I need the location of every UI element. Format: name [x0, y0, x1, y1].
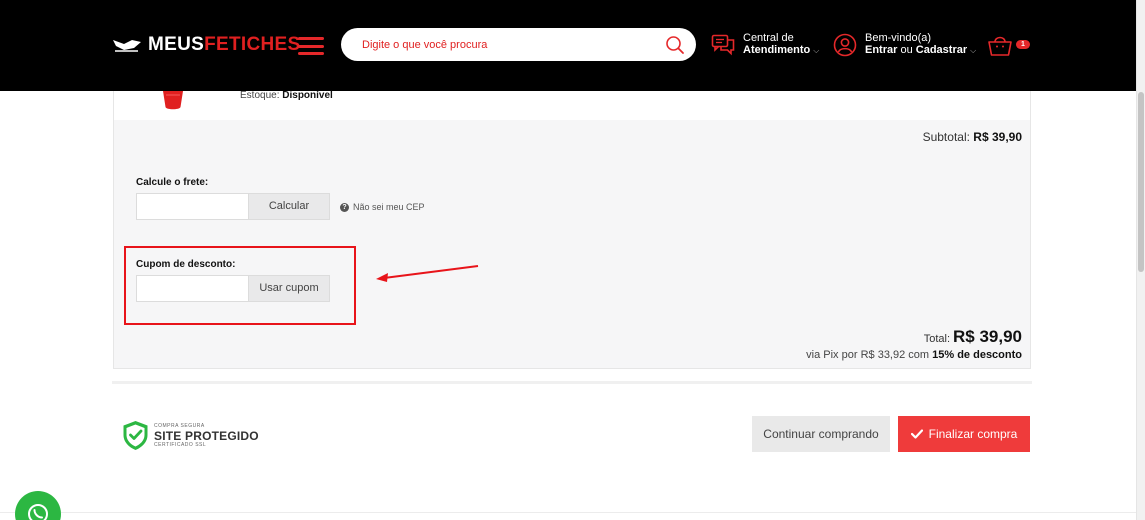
cart-summary: Subtotal: R$ 39,90 Calcule o frete: Calc…	[114, 120, 1030, 368]
help-icon: ?	[340, 202, 349, 212]
cart-count-badge: 1	[1016, 40, 1030, 49]
subtotal-label: Subtotal:	[922, 130, 970, 144]
check-icon	[910, 429, 923, 439]
apply-coupon-button[interactable]: Usar cupom	[248, 275, 330, 302]
user-icon	[833, 33, 857, 56]
product-image[interactable]	[162, 91, 184, 111]
site-header: MEUSFETICHES Central de Atendimento⌵	[0, 0, 1145, 91]
central-line1: Central de	[743, 32, 794, 44]
search-icon[interactable]	[665, 35, 685, 55]
register-link[interactable]: Cadastrar	[916, 44, 967, 56]
search-bar	[341, 28, 696, 61]
seal-bottom-text: CERTIFICADO SSL	[154, 441, 207, 448]
order-total: Total: R$ 39,90	[924, 327, 1022, 347]
stock-label: Estoque:	[240, 90, 280, 101]
pix-value: R$ 33,92	[860, 349, 906, 361]
coupon-label: Cupom de desconto:	[136, 259, 236, 270]
section-divider	[112, 381, 1032, 384]
logo-text-part1: MEUS	[148, 34, 205, 55]
coupon-input[interactable]	[136, 275, 248, 302]
stock-status: Estoque: Disponível	[240, 90, 333, 101]
logo-text-part2: FETICHES	[204, 34, 301, 55]
total-label: Total:	[923, 333, 950, 345]
logo-icon	[113, 40, 141, 52]
calculate-shipping-button[interactable]: Calcular	[248, 193, 330, 220]
pix-with: com	[908, 349, 930, 361]
product-row: Estoque: Disponível	[114, 90, 1030, 120]
subtotal-value: R$ 39,90	[973, 130, 1022, 144]
annotation-arrow	[376, 265, 479, 282]
seal-top-text: COMPRA SEGURA	[154, 422, 205, 429]
cart-panel: Estoque: Disponível Subtotal: R$ 39,90 C…	[113, 90, 1031, 369]
cep-input[interactable]	[136, 193, 248, 220]
stock-value: Disponível	[282, 90, 333, 101]
central-line2: Atendimento	[743, 44, 811, 56]
chevron-down-icon: ⌵	[813, 46, 820, 55]
page-scrollbar[interactable]	[1136, 0, 1145, 520]
total-value: R$ 39,90	[953, 327, 1022, 346]
footer-divider	[0, 512, 1136, 513]
security-seal: COMPRA SEGURA SITE PROTEGIDO CERTIFICADO…	[122, 420, 259, 451]
cep-help-link[interactable]: ? Não sei meu CEP	[340, 202, 425, 212]
seal-main-text: SITE PROTEGIDO	[154, 428, 259, 443]
cart-icon[interactable]	[987, 33, 1013, 57]
whatsapp-button[interactable]	[15, 491, 61, 520]
shield-icon	[123, 421, 148, 450]
continue-shopping-button[interactable]: Continuar comprando	[752, 416, 890, 452]
checkout-button[interactable]: Finalizar compra	[898, 416, 1030, 452]
pix-prefix: via Pix por	[806, 349, 858, 361]
shipping-label: Calcule o frete:	[136, 177, 209, 188]
pix-discount: 15% de desconto	[932, 349, 1022, 361]
subtotal: Subtotal: R$ 39,90	[923, 130, 1022, 144]
search-input[interactable]	[341, 28, 641, 61]
scrollbar-thumb[interactable]	[1138, 92, 1144, 272]
checkout-button-label: Finalizar compra	[928, 427, 1018, 441]
menu-icon[interactable]	[298, 37, 324, 55]
account-or: ou	[900, 44, 913, 56]
chat-icon	[711, 34, 735, 55]
cep-help-text: Não sei meu CEP	[353, 202, 425, 212]
site-logo[interactable]: MEUSFETICHES	[112, 34, 300, 56]
customer-service-menu[interactable]: Central de Atendimento ⌵	[711, 32, 819, 57]
account-menu[interactable]: Bem-vindo(a) Entrar ou Cadastrar ⌵	[833, 32, 976, 57]
account-greeting: Bem-vindo(a)	[865, 32, 932, 44]
whatsapp-icon	[28, 504, 48, 520]
chevron-down-icon: ⌵	[970, 46, 977, 55]
pix-price: via Pix por R$ 33,92 com 15% de desconto	[806, 349, 1022, 361]
login-link[interactable]: Entrar	[865, 44, 897, 56]
